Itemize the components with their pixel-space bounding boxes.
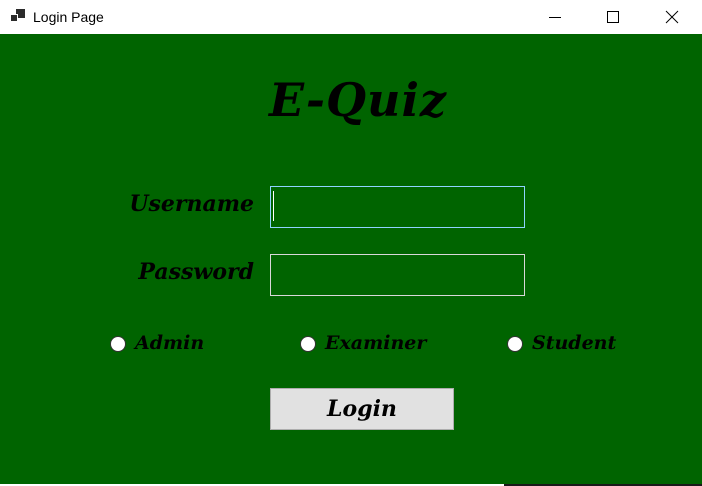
maximize-icon — [607, 11, 619, 23]
username-label: Username — [129, 191, 254, 217]
app-heading: E-Quiz — [268, 73, 448, 127]
radio-circle-icon[interactable] — [300, 336, 316, 352]
role-label-admin: Admin — [135, 332, 205, 354]
title-bar[interactable]: Login Page — [0, 0, 702, 34]
radio-circle-icon[interactable] — [507, 336, 523, 352]
password-input[interactable] — [270, 254, 525, 296]
username-input[interactable] — [270, 186, 525, 228]
close-button[interactable] — [643, 0, 701, 34]
password-label: Password — [138, 259, 254, 285]
text-caret — [273, 191, 274, 221]
window-title: Login Page — [33, 9, 104, 25]
form-body: E-Quiz Username Password Admin Examiner … — [0, 34, 702, 484]
maximize-button[interactable] — [584, 0, 642, 34]
minimize-icon — [549, 17, 561, 18]
role-label-student: Student — [532, 332, 617, 354]
minimize-button[interactable] — [526, 0, 584, 34]
login-button[interactable]: Login — [270, 388, 454, 430]
login-window: Login Page E-Quiz Username Password Admi… — [0, 0, 702, 486]
app-window-icon — [10, 9, 26, 23]
role-label-examiner: Examiner — [325, 332, 427, 354]
radio-circle-icon[interactable] — [110, 336, 126, 352]
close-icon — [665, 10, 679, 24]
